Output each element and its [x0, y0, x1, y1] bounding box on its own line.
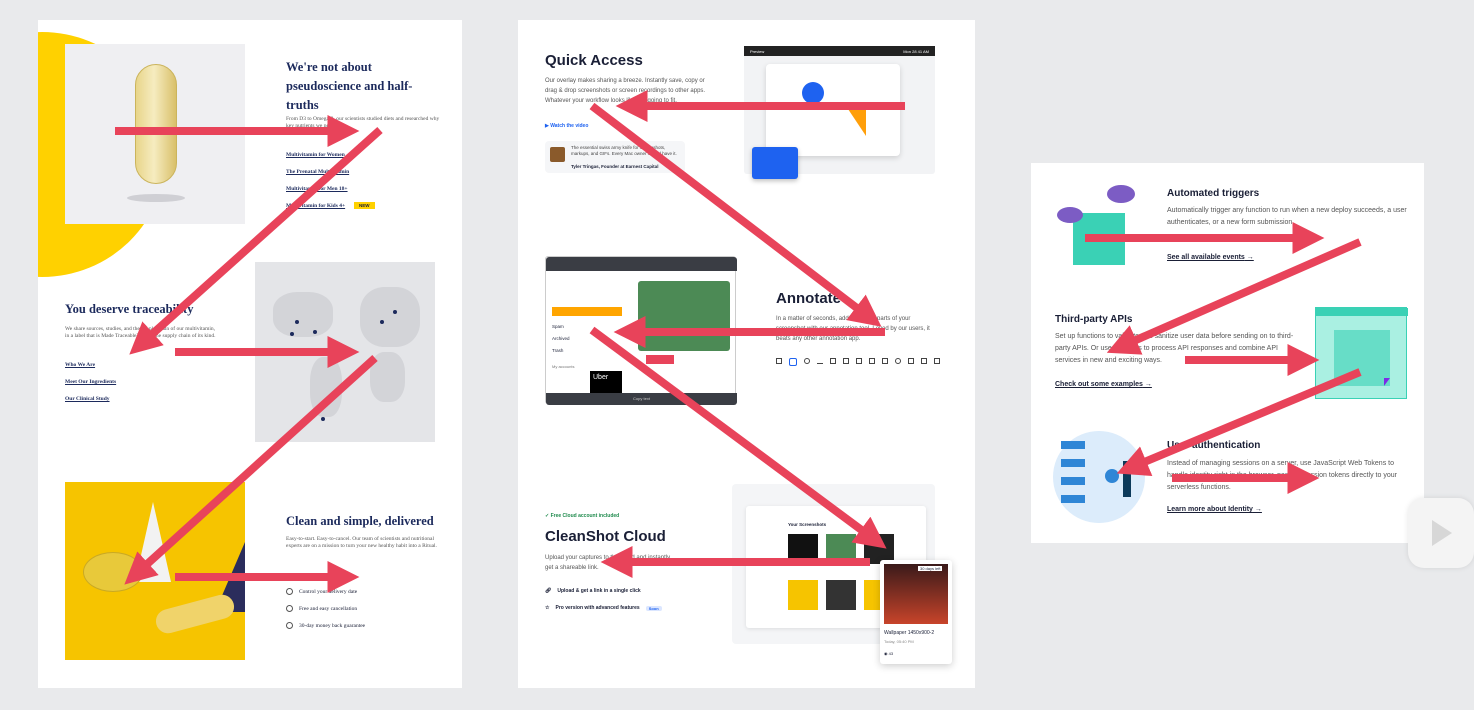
redo-icon[interactable]: [934, 358, 940, 364]
puzzle-illustration: [1315, 307, 1408, 399]
link-ingredients[interactable]: Meet Our Ingredients: [65, 379, 116, 385]
hero-body: From D3 to Omega-3, our scientists studi…: [286, 116, 440, 129]
play-icon[interactable]: [1432, 520, 1452, 546]
cloud-body: Upload your captures to the cloud and in…: [545, 555, 671, 571]
cloud-title: CleanShot Cloud: [545, 528, 666, 545]
annotate-toolbar[interactable]: [546, 257, 737, 271]
link-who-we-are[interactable]: Who We Are: [65, 362, 95, 368]
pen-icon[interactable]: [856, 358, 862, 364]
blur-icon[interactable]: [882, 358, 888, 364]
auth-title: User authentication: [1167, 440, 1261, 451]
capsule-shape: [135, 64, 177, 184]
soon-badge: Soon: [645, 605, 662, 611]
clean-title: Clean and simple, delivered: [286, 514, 434, 528]
annotate-window: Spam Archived Trash My accounts Uber Cop…: [545, 256, 737, 405]
rectangle-icon[interactable]: [789, 358, 797, 366]
feature-delivery: Control your delivery date: [286, 588, 357, 595]
link-kids[interactable]: Multivitamin for Kids 4+: [286, 203, 345, 209]
hero-title: We're not about pseudoscience and half-t…: [286, 60, 413, 112]
link-clinical-study[interactable]: Our Clinical Study: [65, 396, 110, 402]
cancel-icon: [286, 605, 293, 612]
quick-title: Quick Access: [545, 52, 643, 69]
views-count: ◉ 43: [884, 651, 894, 656]
triggers-link[interactable]: See all available events →: [1167, 254, 1254, 261]
cloud-feature-link: 🔗︎ Upload & get a link in a single click: [545, 588, 641, 594]
delivery-image: [65, 482, 245, 660]
highlight-icon[interactable]: [869, 358, 875, 364]
trace-body: We share sources, studies, and the suppl…: [65, 326, 216, 339]
annotate-body: In a matter of seconds, add important pa…: [776, 316, 930, 342]
cloud-file-card[interactable]: 30 days left Wallpaper 1450x900-2 Today,…: [880, 560, 952, 664]
calendar-icon: [286, 588, 293, 595]
annotation-tools[interactable]: [776, 358, 940, 366]
star-icon: ☆: [545, 605, 550, 611]
quick-body: Our overlay makes sharing a breeze. Inst…: [545, 78, 706, 104]
pipette-icon[interactable]: [908, 358, 914, 364]
line-icon[interactable]: [817, 358, 823, 364]
netlify-panel: Automated triggers Automatically trigger…: [1031, 163, 1424, 543]
auth-illustration: [1053, 431, 1145, 523]
trace-title: You deserve traceability: [65, 302, 194, 316]
crop-icon[interactable]: [776, 358, 782, 364]
cleanshot-panel: Quick Access Our overlay makes sharing a…: [518, 20, 975, 688]
auth-body: Instead of managing sessions on a server…: [1167, 460, 1397, 491]
avatar: [550, 147, 565, 162]
triggers-body: Automatically trigger any function to ru…: [1167, 207, 1407, 226]
link-men[interactable]: Multivitamin for Men 18+: [286, 186, 348, 192]
circle-icon[interactable]: [804, 358, 810, 364]
menubar: Preview Mon 28 41 AM: [744, 46, 935, 56]
annotate-title: Annotate: [776, 290, 841, 307]
auth-link[interactable]: Learn more about Identity →: [1167, 506, 1262, 513]
text-icon[interactable]: [843, 358, 849, 364]
quote-card: The essential swiss army knife for scree…: [545, 141, 685, 173]
triggers-illustration: [1057, 185, 1145, 265]
annotate-bottom-bar[interactable]: Copy text: [546, 393, 737, 405]
apis-link[interactable]: Check out some examples →: [1055, 381, 1152, 388]
cloud-badge: ✓ Free Cloud account included: [545, 513, 620, 519]
counter-icon[interactable]: [895, 358, 901, 364]
expiry-tag: 30 days left: [918, 566, 943, 571]
uber-card: Uber: [590, 371, 622, 395]
link-women[interactable]: Multivitamin for Women: [286, 152, 345, 158]
cloud-feature-pro: ☆ Pro version with advanced features Soon: [545, 605, 662, 611]
link-icon: 🔗︎: [545, 588, 552, 594]
link-prenatal[interactable]: The Prenatal Multivitamin: [286, 169, 349, 175]
refund-icon: [286, 622, 293, 629]
apis-body: Set up functions to validate and sanitiz…: [1055, 333, 1294, 364]
triggers-title: Automated triggers: [1167, 188, 1260, 199]
cursor-icon: [1384, 378, 1390, 386]
overlay-thumbnail[interactable]: [752, 147, 798, 179]
new-badge: NEW: [354, 202, 375, 209]
feature-cancel: Free and easy cancellation: [286, 605, 357, 612]
capsule-image: [65, 44, 245, 224]
apis-title: Third-party APIs: [1055, 314, 1133, 325]
play-button[interactable]: [1408, 498, 1474, 568]
arrow-icon[interactable]: [830, 358, 836, 364]
world-map-image: [255, 262, 435, 442]
feature-guarantee: 30-day money back guarantee: [286, 622, 365, 629]
watch-video-link[interactable]: ▶ Watch the video: [545, 123, 588, 129]
clean-body: Easy-to-start. Easy-to-cancel. Our team …: [286, 536, 437, 549]
ritual-panel: We're not about pseudoscience and half-t…: [38, 20, 462, 688]
undo-icon[interactable]: [921, 358, 927, 364]
